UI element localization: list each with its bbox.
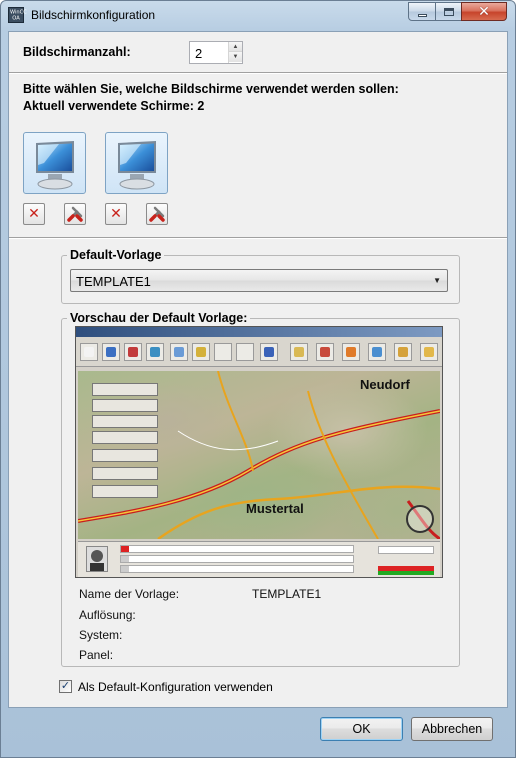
preview-tool-icon xyxy=(260,343,278,361)
preview-menu-item xyxy=(92,467,158,480)
avatar xyxy=(86,546,108,572)
app-icon-text: WinCC OA xyxy=(10,9,27,21)
checkmark-icon: ✓ xyxy=(60,680,71,692)
tools-icon xyxy=(149,206,165,222)
preview-menu-item xyxy=(92,449,158,462)
preview-tool-icon xyxy=(192,343,210,361)
minimize-button[interactable] xyxy=(408,2,436,21)
resolution-label: Auflösung: xyxy=(79,608,136,622)
monitor-1-remove-button[interactable]: ✕ xyxy=(23,203,45,225)
monitor-2-remove-button[interactable]: ✕ xyxy=(105,203,127,225)
screen-count-spinner[interactable]: 2 ▲ ▼ xyxy=(189,41,243,64)
arrow-down-icon: ▼ xyxy=(232,54,239,60)
preview-menu-item xyxy=(92,383,158,396)
preview-title-bar xyxy=(76,327,442,337)
monitor-2-configure-button[interactable] xyxy=(146,203,168,225)
preview-status-panel xyxy=(78,541,440,577)
separator xyxy=(9,237,507,239)
map-town-label: Mustertal xyxy=(246,501,304,516)
template-preview-image: Neudorf Mustertal xyxy=(75,326,443,578)
template-name-label: Name der Vorlage: xyxy=(79,587,180,601)
monitor-icon xyxy=(36,141,74,190)
maximize-button[interactable] xyxy=(435,2,462,21)
monitor-1-button[interactable] xyxy=(23,132,86,194)
screen-count-label: Bildschirmanzahl: xyxy=(23,45,131,59)
preview-group-label: Vorschau der Default Vorlage: xyxy=(67,311,251,325)
preview-tool-icon xyxy=(342,343,360,361)
dropdown-arrow-icon: ▼ xyxy=(433,276,441,285)
preview-tool-icon xyxy=(146,343,164,361)
delete-icon: ✕ xyxy=(28,206,40,222)
monitor-1-configure-button[interactable] xyxy=(64,203,86,225)
preview-tool-icon xyxy=(368,343,386,361)
app-icon: WinCC OA xyxy=(8,7,27,23)
default-template-group-label: Default-Vorlage xyxy=(67,248,165,262)
map-town-label: Neudorf xyxy=(360,377,410,392)
panel-label: Panel: xyxy=(79,648,114,662)
spinner-down-button[interactable]: ▼ xyxy=(229,52,242,62)
monitor-icon xyxy=(118,141,156,190)
preview-tool-icon xyxy=(316,343,334,361)
preview-tool-icon xyxy=(290,343,308,361)
title-bar[interactable]: WinCC OA Bildschirmkonfiguration ✕ xyxy=(1,1,515,31)
default-template-select[interactable]: TEMPLATE1 ▼ xyxy=(70,269,448,292)
tools-icon xyxy=(67,206,83,222)
preview-alarm-row xyxy=(120,565,354,573)
preview-menu-item xyxy=(92,485,158,498)
close-icon: ✕ xyxy=(478,3,490,20)
template-name-value: TEMPLATE1 xyxy=(252,587,322,601)
default-template-value: TEMPLATE1 xyxy=(76,274,151,289)
compass-icon xyxy=(406,505,434,533)
minimize-icon xyxy=(417,14,427,17)
dialog-window: WinCC OA Bildschirmkonfiguration ✕ Bilds… xyxy=(0,0,516,758)
preview-tool-icon xyxy=(214,343,232,361)
preview-menu-item xyxy=(92,431,158,444)
preview-tool-icon xyxy=(80,343,98,361)
use-as-default-label[interactable]: Als Default-Konfiguration verwenden xyxy=(78,680,273,694)
preview-clock xyxy=(378,546,434,554)
arrow-up-icon: ▲ xyxy=(232,43,239,50)
preview-tool-icon xyxy=(124,343,142,361)
preview-tool-icon xyxy=(170,343,188,361)
preview-tool-icon xyxy=(102,343,120,361)
window-title: Bildschirmkonfiguration xyxy=(31,8,156,22)
preview-menu-item xyxy=(92,399,158,412)
client-area: Bildschirmanzahl: 2 ▲ ▼ Bitte wählen Sie… xyxy=(8,31,508,708)
preview-alarm-row xyxy=(120,545,354,553)
maximize-icon xyxy=(443,7,454,16)
close-button[interactable]: ✕ xyxy=(461,2,507,21)
use-as-default-checkbox[interactable]: ✓ xyxy=(59,680,72,693)
preview-tool-icon xyxy=(236,343,254,361)
monitor-2-button[interactable] xyxy=(105,132,168,194)
separator xyxy=(9,72,507,74)
ok-button[interactable]: OK xyxy=(320,717,403,741)
preview-alarm-row xyxy=(120,555,354,563)
system-label: System: xyxy=(79,628,123,642)
preview-map: Neudorf Mustertal xyxy=(78,371,440,539)
current-screens-text: Aktuell verwendete Schirme: 2 xyxy=(23,99,205,113)
spinner-buttons: ▲ ▼ xyxy=(228,42,242,63)
spinner-up-button[interactable]: ▲ xyxy=(229,42,242,52)
preview-menu-item xyxy=(92,415,158,428)
preview-toolbar xyxy=(76,337,442,367)
cancel-button[interactable]: Abbrechen xyxy=(411,717,493,741)
preview-status-bar xyxy=(378,571,434,575)
preview-tool-icon xyxy=(394,343,412,361)
instruction-text: Bitte wählen Sie, welche Bildschirme ver… xyxy=(23,82,399,96)
screen-count-value[interactable]: 2 xyxy=(195,46,202,61)
delete-icon: ✕ xyxy=(110,206,122,222)
preview-tool-icon xyxy=(420,343,438,361)
